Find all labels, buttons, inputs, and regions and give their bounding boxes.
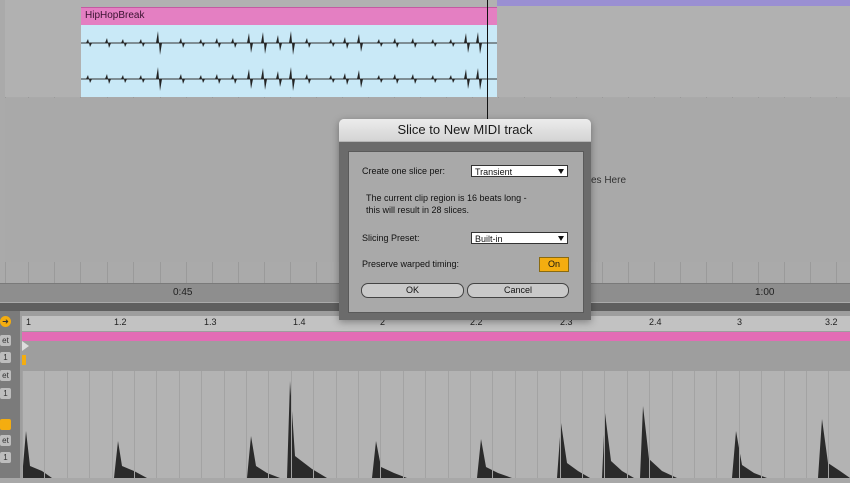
sample-waveform[interactable] <box>22 371 850 478</box>
grid-line <box>223 371 225 478</box>
info-line-2: this will result in 28 slices. <box>366 205 470 215</box>
preserve-label: Preserve warped timing: <box>362 259 460 269</box>
grid-line <box>335 371 337 478</box>
grid-line <box>178 371 180 478</box>
cancel-button[interactable]: Cancel <box>467 283 569 298</box>
slice-per-label: Create one slice per: <box>362 166 446 176</box>
clip-waveform[interactable] <box>81 25 497 97</box>
side-button[interactable]: et <box>0 335 11 346</box>
grid-line <box>358 371 359 478</box>
ok-button[interactable]: OK <box>361 283 464 298</box>
grid-line <box>134 371 135 478</box>
grid-line <box>559 371 561 478</box>
sample-waveform-svg <box>22 381 850 478</box>
info-line-1: The current clip region is 16 beats long… <box>366 193 527 203</box>
side-button[interactable]: 1 <box>0 352 11 363</box>
grid-line <box>626 371 628 478</box>
grid-line <box>783 371 785 478</box>
preset-label: Slicing Preset: <box>362 233 420 243</box>
side-button[interactable]: 1 <box>0 452 11 463</box>
warp-marker[interactable] <box>22 355 26 365</box>
follow-icon[interactable]: ➜ <box>0 316 11 327</box>
slice-per-value: Transient <box>475 167 513 177</box>
grid-line <box>716 371 718 478</box>
grid-line <box>671 371 673 478</box>
preset-select[interactable]: Built-in <box>471 232 568 244</box>
grid-line <box>402 371 404 478</box>
loop-brace[interactable] <box>22 332 850 341</box>
grid-line <box>492 371 494 478</box>
grid-line <box>425 371 427 478</box>
grid-line <box>111 371 113 478</box>
dialog-title: Slice to New MIDI track <box>339 119 591 142</box>
clip-waveform-svg <box>81 31 497 91</box>
side-button[interactable]: 1 <box>0 388 11 399</box>
beat-label: 1.3 <box>204 317 217 327</box>
preserve-toggle[interactable]: On <box>539 257 569 272</box>
locator-bar <box>497 0 850 6</box>
clip-controls-column: ➜ et 1 et 1 et 1 <box>0 311 20 478</box>
playhead[interactable] <box>487 0 488 120</box>
slice-per-select[interactable]: Transient <box>471 165 568 177</box>
beat-label: 1 <box>26 317 32 327</box>
grid-line <box>201 371 203 478</box>
warp-toggle[interactable] <box>0 419 11 430</box>
grid-line <box>447 371 449 478</box>
chevron-down-icon <box>558 169 564 174</box>
grid-line <box>89 371 91 478</box>
chevron-down-icon <box>558 236 564 241</box>
grid-line <box>694 371 695 478</box>
drop-hint-text: ces Here <box>586 175 627 186</box>
grid-line <box>66 371 68 478</box>
beat-label: 2.4 <box>649 317 662 327</box>
grid-line <box>738 371 740 478</box>
clip-name: HipHopBreak <box>85 10 145 21</box>
grid-line <box>828 371 830 478</box>
grid-line <box>44 371 46 478</box>
grid-line <box>761 371 763 478</box>
grid-line <box>156 371 158 478</box>
grid-line <box>380 371 382 478</box>
grid-line <box>268 371 270 478</box>
grid-line <box>290 371 292 478</box>
side-button[interactable]: et <box>0 370 11 381</box>
grid-line <box>313 371 315 478</box>
preset-value: Built-in <box>475 234 503 244</box>
beat-label: 3.2 <box>825 317 838 327</box>
beat-label: 3 <box>737 317 743 327</box>
grid-line <box>537 371 539 478</box>
beat-label: 1.4 <box>293 317 306 327</box>
grid-line <box>246 371 247 478</box>
grid-line <box>806 371 807 478</box>
ruler-label-0-45: 0:45 <box>173 287 193 298</box>
grid-line <box>649 371 651 478</box>
grid-line <box>582 371 583 478</box>
beat-label: 1.2 <box>114 317 127 327</box>
start-marker-icon[interactable] <box>22 341 29 351</box>
side-button[interactable]: et <box>0 435 11 446</box>
grid-line <box>514 371 516 478</box>
ruler-label-1-00: 1:00 <box>755 287 775 298</box>
grid-line <box>604 371 606 478</box>
grid-line <box>22 371 23 478</box>
grid-line <box>470 371 471 478</box>
